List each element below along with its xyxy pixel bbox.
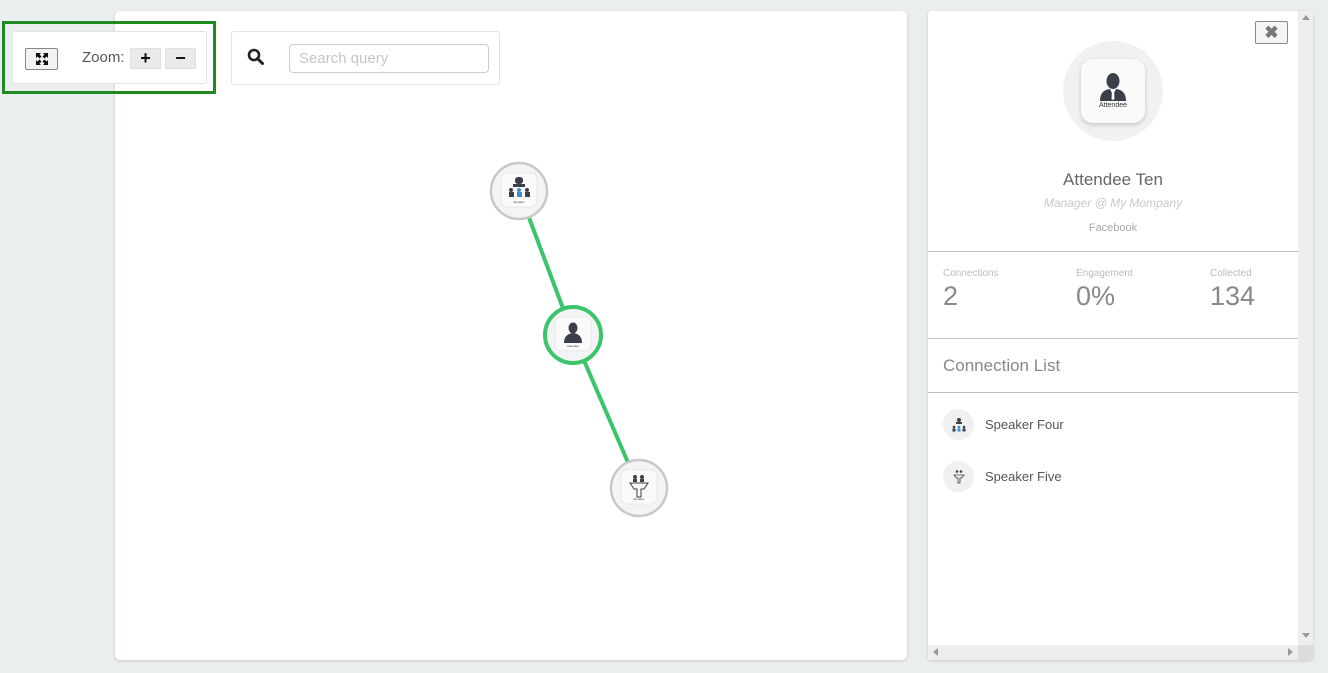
scroll-right-arrow[interactable] bbox=[1288, 648, 1293, 656]
avatar-caption: Attendee bbox=[1098, 102, 1128, 109]
connection-name: Speaker Five bbox=[985, 469, 1062, 484]
close-icon: ✖ bbox=[1264, 22, 1279, 42]
stat-label: Connections bbox=[943, 268, 999, 279]
connection-item[interactable]: Speaker Five bbox=[943, 461, 1062, 492]
node-caption: Attendee bbox=[567, 344, 579, 348]
stat-collected: Collected 134 bbox=[1210, 268, 1255, 312]
search-input[interactable] bbox=[289, 44, 489, 73]
divider bbox=[928, 338, 1298, 339]
speaker-podium-icon bbox=[952, 469, 965, 483]
profile-role: Manager @ My Mompany bbox=[1043, 196, 1183, 210]
zoom-controls: Zoom: + − bbox=[12, 31, 207, 84]
plus-icon: + bbox=[140, 48, 151, 68]
profile-source: Facebook bbox=[1088, 222, 1138, 234]
graph-node-speaker-five[interactable]: Speaker bbox=[609, 458, 669, 518]
expand-arrows-icon bbox=[35, 53, 48, 65]
connection-avatar bbox=[943, 461, 974, 492]
stat-value: 2 bbox=[943, 281, 959, 311]
graph-panel[interactable]: Speaker Attendee Speaker bbox=[115, 11, 907, 660]
connection-item[interactable]: Speaker Four bbox=[943, 409, 1064, 440]
graph-node-attendee-ten[interactable]: Attendee bbox=[543, 305, 603, 365]
zoom-out-button[interactable]: − bbox=[165, 48, 196, 69]
scroll-down-arrow[interactable] bbox=[1302, 633, 1310, 638]
scroll-up-arrow[interactable] bbox=[1302, 15, 1310, 20]
zoom-in-button[interactable]: + bbox=[130, 48, 161, 69]
speaker-group-icon bbox=[952, 417, 965, 431]
stat-engagement: Engagement 0% bbox=[1076, 268, 1133, 312]
stat-value: 134 bbox=[1210, 281, 1256, 311]
close-button[interactable]: ✖ bbox=[1255, 21, 1288, 44]
detail-panel: ✖ Attendee Attendee Ten Manager @ My Mom… bbox=[928, 11, 1313, 660]
node-caption: Speaker bbox=[513, 200, 524, 204]
scrollbar-corner bbox=[1298, 645, 1313, 660]
horizontal-scrollbar[interactable] bbox=[928, 645, 1298, 660]
stat-label: Engagement bbox=[1076, 268, 1133, 279]
vertical-scrollbar[interactable] bbox=[1298, 11, 1313, 645]
divider bbox=[928, 392, 1298, 393]
node-caption: Speaker bbox=[633, 497, 644, 501]
search-icon[interactable] bbox=[247, 48, 264, 65]
scroll-left-arrow[interactable] bbox=[933, 648, 938, 656]
stat-label: Collected bbox=[1210, 268, 1252, 279]
zoom-label: Zoom: bbox=[82, 49, 125, 66]
divider bbox=[928, 251, 1298, 252]
search-box bbox=[231, 31, 500, 85]
avatar: Attendee bbox=[1063, 41, 1163, 141]
attendee-icon bbox=[1100, 73, 1126, 101]
connection-name: Speaker Four bbox=[985, 417, 1064, 432]
fit-to-screen-button[interactable] bbox=[25, 48, 58, 70]
connection-list-title: Connection List bbox=[943, 356, 1061, 375]
stat-value: 0% bbox=[1076, 281, 1116, 311]
connection-avatar bbox=[943, 409, 974, 440]
profile-name: Attendee Ten bbox=[1063, 170, 1163, 189]
graph-canvas[interactable]: Speaker Attendee Speaker bbox=[115, 11, 907, 660]
stat-connections: Connections 2 bbox=[943, 268, 999, 312]
graph-node-speaker-four[interactable]: Speaker bbox=[489, 161, 549, 221]
minus-icon: − bbox=[175, 48, 186, 68]
